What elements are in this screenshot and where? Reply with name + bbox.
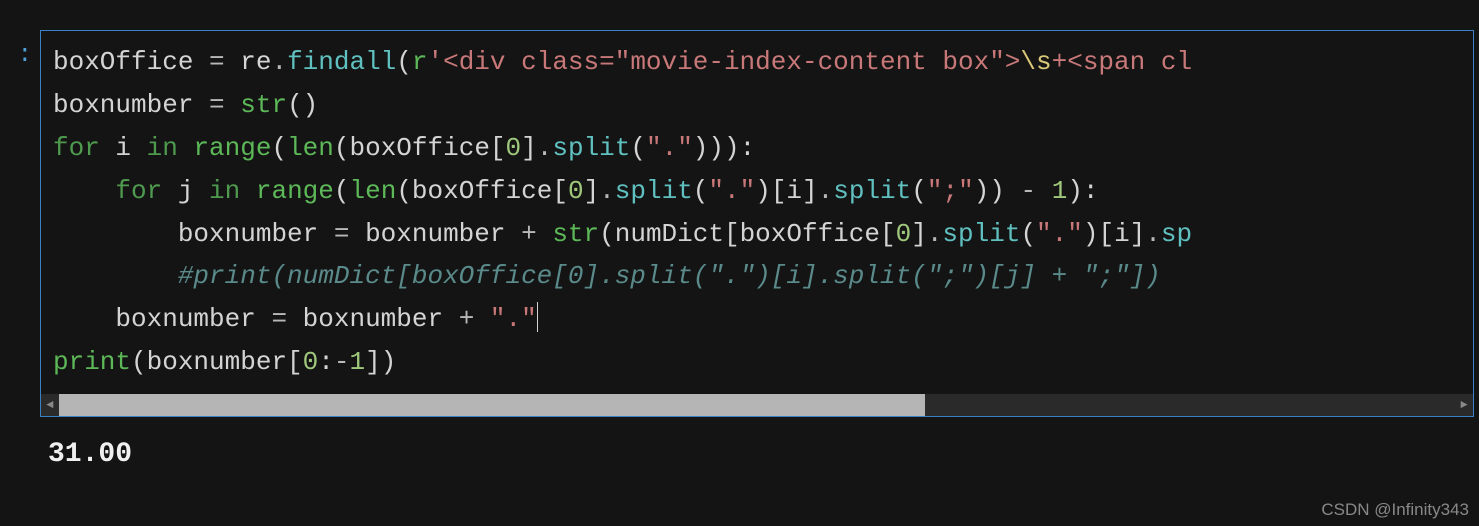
prompt-text: :: [18, 42, 32, 69]
scroll-thumb[interactable]: [59, 394, 925, 416]
scroll-left-arrow-icon[interactable]: ◄: [41, 394, 59, 416]
output-text: 31.00: [48, 439, 132, 470]
notebook-cell: : boxOffice = re.findall(r'<div class="m…: [0, 0, 1479, 417]
code-line-3: for i in range(len(boxOffice[0].split(".…: [53, 127, 1461, 170]
code-line-1: boxOffice = re.findall(r'<div class="mov…: [53, 41, 1461, 84]
code-line-7: boxnumber = boxnumber + ".": [53, 298, 1461, 341]
text-cursor: [537, 302, 538, 332]
output-area: 31.00: [0, 417, 1479, 470]
input-prompt: :: [0, 30, 40, 417]
code-line-2: boxnumber = str(): [53, 84, 1461, 127]
code-line-8: print(boxnumber[0:-1]): [53, 341, 1461, 384]
code-content[interactable]: boxOffice = re.findall(r'<div class="mov…: [41, 31, 1473, 394]
watermark: CSDN @Infinity343: [1321, 500, 1469, 520]
code-line-5: boxnumber = boxnumber + str(numDict[boxO…: [53, 213, 1461, 256]
code-line-4: for j in range(len(boxOffice[0].split(".…: [53, 170, 1461, 213]
code-cell[interactable]: boxOffice = re.findall(r'<div class="mov…: [40, 30, 1474, 417]
scroll-track[interactable]: [59, 394, 1455, 416]
code-line-6: #print(numDict[boxOffice[0].split(".")[i…: [53, 255, 1461, 298]
horizontal-scrollbar[interactable]: ◄ ►: [41, 394, 1473, 416]
scroll-right-arrow-icon[interactable]: ►: [1455, 394, 1473, 416]
